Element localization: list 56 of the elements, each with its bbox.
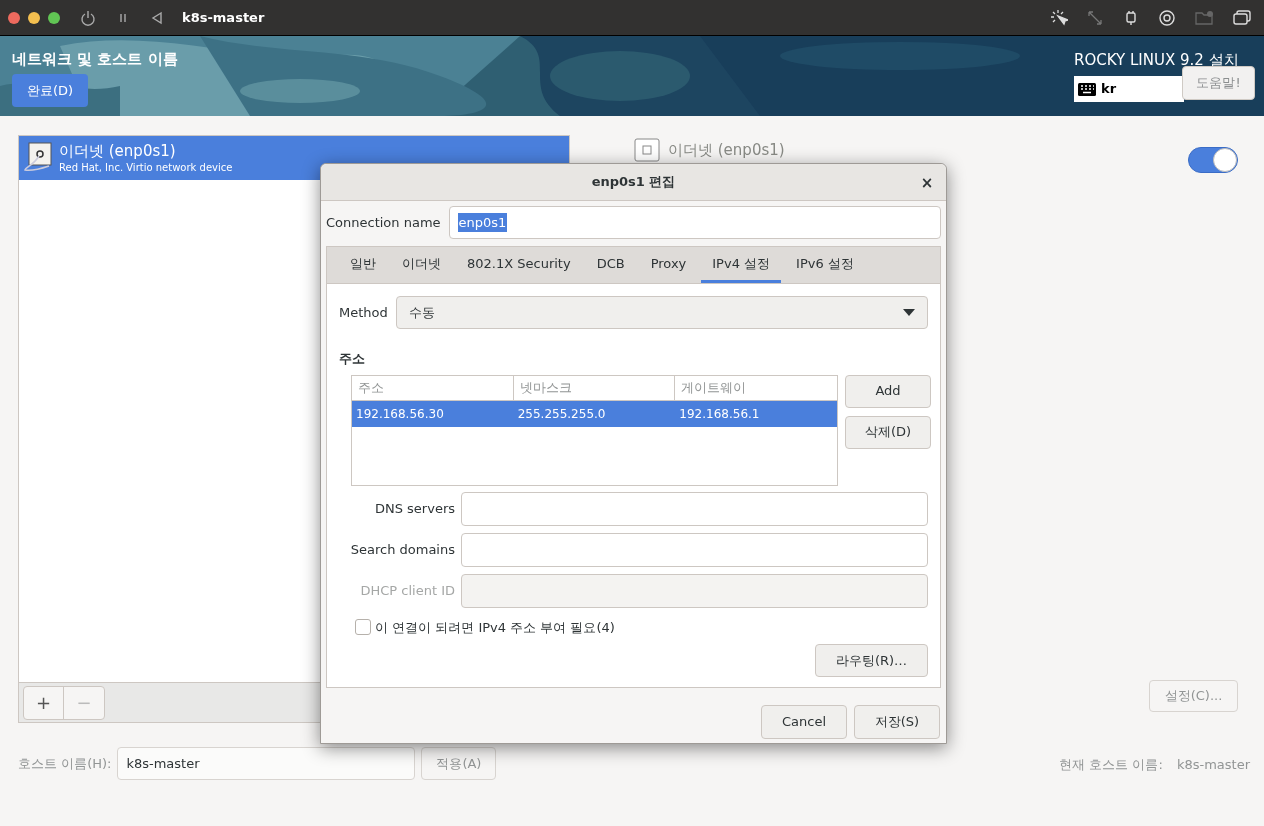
- selected-text: enp0s1: [457, 212, 508, 233]
- device-name: 이더넷 (enp0s1): [59, 142, 177, 161]
- hostname-label: 호스트 이름(H):: [18, 754, 112, 773]
- checkbox-label: 이 연결이 되려면 IPv4 주소 부여 필요(4): [375, 618, 615, 637]
- checkbox[interactable]: [355, 619, 371, 636]
- minimize-window-button[interactable]: [28, 11, 40, 24]
- zoom-window-button[interactable]: [48, 11, 60, 24]
- done-button[interactable]: 완료(D): [12, 74, 88, 107]
- field-label: DHCP client ID: [359, 581, 455, 600]
- keyboard-layout-text: kr: [1101, 80, 1117, 99]
- field-label: Search domains: [349, 540, 455, 559]
- close-button[interactable]: ×: [918, 172, 936, 192]
- device-description: Red Hat, Inc. Virtio network device: [59, 161, 233, 174]
- tab[interactable]: DCB: [585, 247, 636, 283]
- delete-address-button[interactable]: 삭제(D): [845, 415, 931, 449]
- power-icon: [80, 9, 96, 26]
- method-dropdown[interactable]: 수동: [395, 296, 928, 329]
- text-field[interactable]: [461, 532, 928, 567]
- toggle-switch[interactable]: [1188, 147, 1238, 173]
- table-row[interactable]: 192.168.56.30 255.255.255.0 192.168.56.1: [352, 400, 837, 427]
- keyboard-icon: [1078, 82, 1096, 96]
- windows-icon: [1232, 8, 1252, 27]
- dialog-title: enp0s1 편집: [591, 173, 676, 192]
- cancel-button[interactable]: Cancel: [761, 705, 847, 739]
- method-label: Method: [339, 303, 388, 322]
- current-hostname-value: k8s-master: [1176, 756, 1250, 774]
- dropdown-caret-icon: [903, 309, 915, 316]
- pointer-capture-icon: [1050, 8, 1068, 27]
- table-cell-text: 192.168.56.30: [355, 405, 445, 423]
- connection-name-label: Connection name: [326, 213, 441, 232]
- tab[interactable]: 802.1X Security: [456, 247, 582, 283]
- tab[interactable]: 이더넷: [391, 247, 452, 283]
- table-cell-text: 192.168.56.1: [678, 405, 761, 423]
- add-address-button[interactable]: Add: [845, 374, 931, 408]
- text-field[interactable]: [461, 491, 928, 526]
- hostname-field[interactable]: k8s-master: [117, 747, 416, 780]
- device-detail-name: 이더넷 (enp0s1): [668, 139, 785, 161]
- routes-button[interactable]: 라우팅(R)…: [815, 644, 928, 677]
- shared-folder-icon: [1194, 8, 1214, 27]
- vm-title: k8s-master: [182, 8, 265, 27]
- table-cell-text: 255.255.255.0: [516, 405, 607, 423]
- tab[interactable]: Proxy: [639, 247, 698, 283]
- connection-name-field[interactable]: enp0s1: [448, 206, 941, 239]
- keyboard-layout-field[interactable]: kr: [1074, 76, 1184, 102]
- page-title: 네트워크 및 호스트 이름: [12, 50, 178, 68]
- section-heading: 주소: [339, 350, 365, 368]
- close-window-button[interactable]: [8, 11, 20, 24]
- tab[interactable]: 일반: [339, 247, 387, 283]
- resize-icon: [1086, 8, 1104, 27]
- back-icon: [150, 10, 164, 25]
- save-button[interactable]: 저장(S): [854, 705, 940, 739]
- tab[interactable]: IPv6 설정: [785, 247, 865, 283]
- field-label: DNS servers: [373, 499, 455, 518]
- disc-icon: [1158, 8, 1176, 27]
- current-hostname-label: 현재 호스트 이름:: [1059, 756, 1163, 774]
- add-button[interactable]: +: [24, 686, 64, 719]
